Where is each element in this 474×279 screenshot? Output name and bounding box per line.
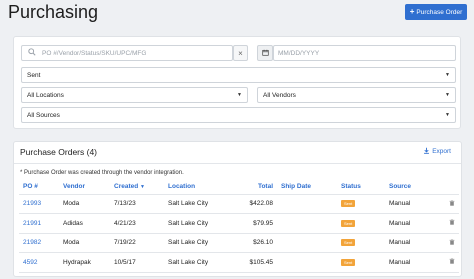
purchase-orders-title: Purchase Orders (4)	[20, 147, 97, 157]
delete-button[interactable]	[437, 252, 459, 273]
location-cell: Salt Lake City	[164, 233, 239, 253]
new-purchase-order-label: Purchase Order	[416, 8, 463, 16]
status-badge: Sent	[341, 239, 356, 247]
status-badge: Sent	[341, 258, 356, 266]
location-cell: Salt Lake City	[164, 252, 239, 273]
trash-icon	[449, 219, 455, 225]
po-number-link[interactable]: 21982	[19, 233, 59, 253]
location-cell: Salt Lake City	[164, 213, 239, 234]
table-row: 21993 Moda 7/13/23 Salt Lake City $422.0…	[19, 194, 459, 214]
status-cell: Sent	[337, 194, 385, 214]
ship-date-cell	[277, 213, 337, 234]
location-cell: Salt Lake City	[164, 194, 239, 214]
status-select[interactable]: Sent ▼	[21, 67, 456, 83]
sources-select[interactable]: All Sources ▼	[21, 107, 456, 123]
delete-button[interactable]	[437, 194, 459, 214]
po-number-link[interactable]: 21991	[19, 213, 59, 234]
source-cell: Manual	[385, 252, 437, 273]
vendors-select[interactable]: All Vendors ▼	[257, 87, 456, 103]
locations-select[interactable]: All Locations ▼	[21, 87, 248, 103]
table-row: 4592 Hydrapak 10/5/17 Salt Lake City $10…	[19, 252, 459, 273]
column-header-created[interactable]: Created ▼	[110, 179, 164, 195]
export-label: Export	[432, 148, 451, 155]
vendor-cell: Moda	[59, 233, 110, 253]
integration-note: * Purchase Order was created through the…	[20, 170, 184, 176]
column-header-status[interactable]: Status	[337, 179, 385, 195]
vendor-cell: Adidas	[59, 213, 110, 234]
po-number-link[interactable]: 4592	[19, 252, 59, 273]
calendar-icon	[261, 49, 269, 58]
caret-down-icon: ▼	[445, 112, 450, 118]
purchase-orders-panel: Purchase Orders (4) Export * Purchase Or…	[13, 141, 462, 277]
column-header-location[interactable]: Location	[164, 179, 239, 195]
column-header-source[interactable]: Source	[385, 179, 437, 195]
total-cell: $79.95	[239, 213, 277, 234]
sources-select-value: All Sources	[27, 111, 60, 119]
divider	[14, 163, 461, 164]
search-input[interactable]: PO #/Vendor/Status/SKU/UPC/MFG	[21, 45, 233, 61]
total-cell: $422.08	[239, 194, 277, 214]
search-placeholder: PO #/Vendor/Status/SKU/UPC/MFG	[42, 49, 147, 57]
ship-date-cell	[277, 233, 337, 253]
status-select-value: Sent	[27, 71, 41, 79]
locations-select-value: All Locations	[27, 91, 64, 99]
caret-down-icon: ▼	[445, 72, 450, 78]
created-cell: 4/21/23	[110, 213, 164, 234]
status-cell: Sent	[337, 233, 385, 253]
filter-panel: PO #/Vendor/Status/SKU/UPC/MFG × MM/DD/Y…	[13, 36, 461, 129]
delete-button[interactable]	[437, 233, 459, 253]
source-cell: Manual	[385, 194, 437, 214]
purchase-orders-table: PO # Vendor Created ▼ Location Total Shi…	[19, 179, 459, 273]
column-header-ship-date[interactable]: Ship Date	[277, 179, 337, 195]
po-number-link[interactable]: 21993	[19, 194, 59, 214]
total-cell: $105.45	[239, 252, 277, 273]
calendar-button[interactable]	[257, 45, 273, 61]
close-icon: ×	[238, 48, 243, 58]
status-cell: Sent	[337, 252, 385, 273]
created-cell: 7/19/22	[110, 233, 164, 253]
column-header-vendor[interactable]: Vendor	[59, 179, 110, 195]
vendor-cell: Hydrapak	[59, 252, 110, 273]
column-header-actions	[437, 179, 459, 195]
export-button[interactable]: Export	[423, 147, 451, 156]
caret-down-icon: ▼	[445, 92, 450, 98]
vendor-cell: Moda	[59, 194, 110, 214]
ship-date-cell	[277, 194, 337, 214]
trash-icon	[449, 239, 455, 245]
total-cell: $26.10	[239, 233, 277, 253]
date-input[interactable]: MM/DD/YYYY	[273, 45, 456, 61]
status-badge: Sent	[341, 200, 356, 208]
source-cell: Manual	[385, 233, 437, 253]
search-icon	[28, 48, 38, 58]
status-cell: Sent	[337, 213, 385, 234]
created-cell: 10/5/17	[110, 252, 164, 273]
column-header-po[interactable]: PO #	[19, 179, 59, 195]
date-placeholder: MM/DD/YYYY	[278, 49, 320, 57]
new-purchase-order-button[interactable]: + Purchase Order	[405, 4, 467, 20]
created-cell: 7/13/23	[110, 194, 164, 214]
table-row: 21982 Moda 7/19/22 Salt Lake City $26.10…	[19, 233, 459, 253]
page-title: Purchasing	[8, 2, 99, 22]
vendors-select-value: All Vendors	[263, 91, 296, 99]
source-cell: Manual	[385, 213, 437, 234]
table-row: 21991 Adidas 4/21/23 Salt Lake City $79.…	[19, 213, 459, 234]
column-header-total[interactable]: Total	[239, 179, 277, 195]
delete-button[interactable]	[437, 213, 459, 234]
clear-search-button[interactable]: ×	[233, 45, 248, 61]
download-icon	[423, 147, 430, 156]
trash-icon	[449, 200, 455, 206]
status-badge: Sent	[341, 219, 356, 227]
table-header-row: PO # Vendor Created ▼ Location Total Shi…	[19, 179, 459, 195]
ship-date-cell	[277, 252, 337, 273]
caret-down-icon: ▼	[237, 92, 242, 98]
trash-icon	[449, 258, 455, 264]
sort-desc-icon: ▼	[140, 183, 145, 190]
plus-icon: +	[409, 7, 415, 16]
